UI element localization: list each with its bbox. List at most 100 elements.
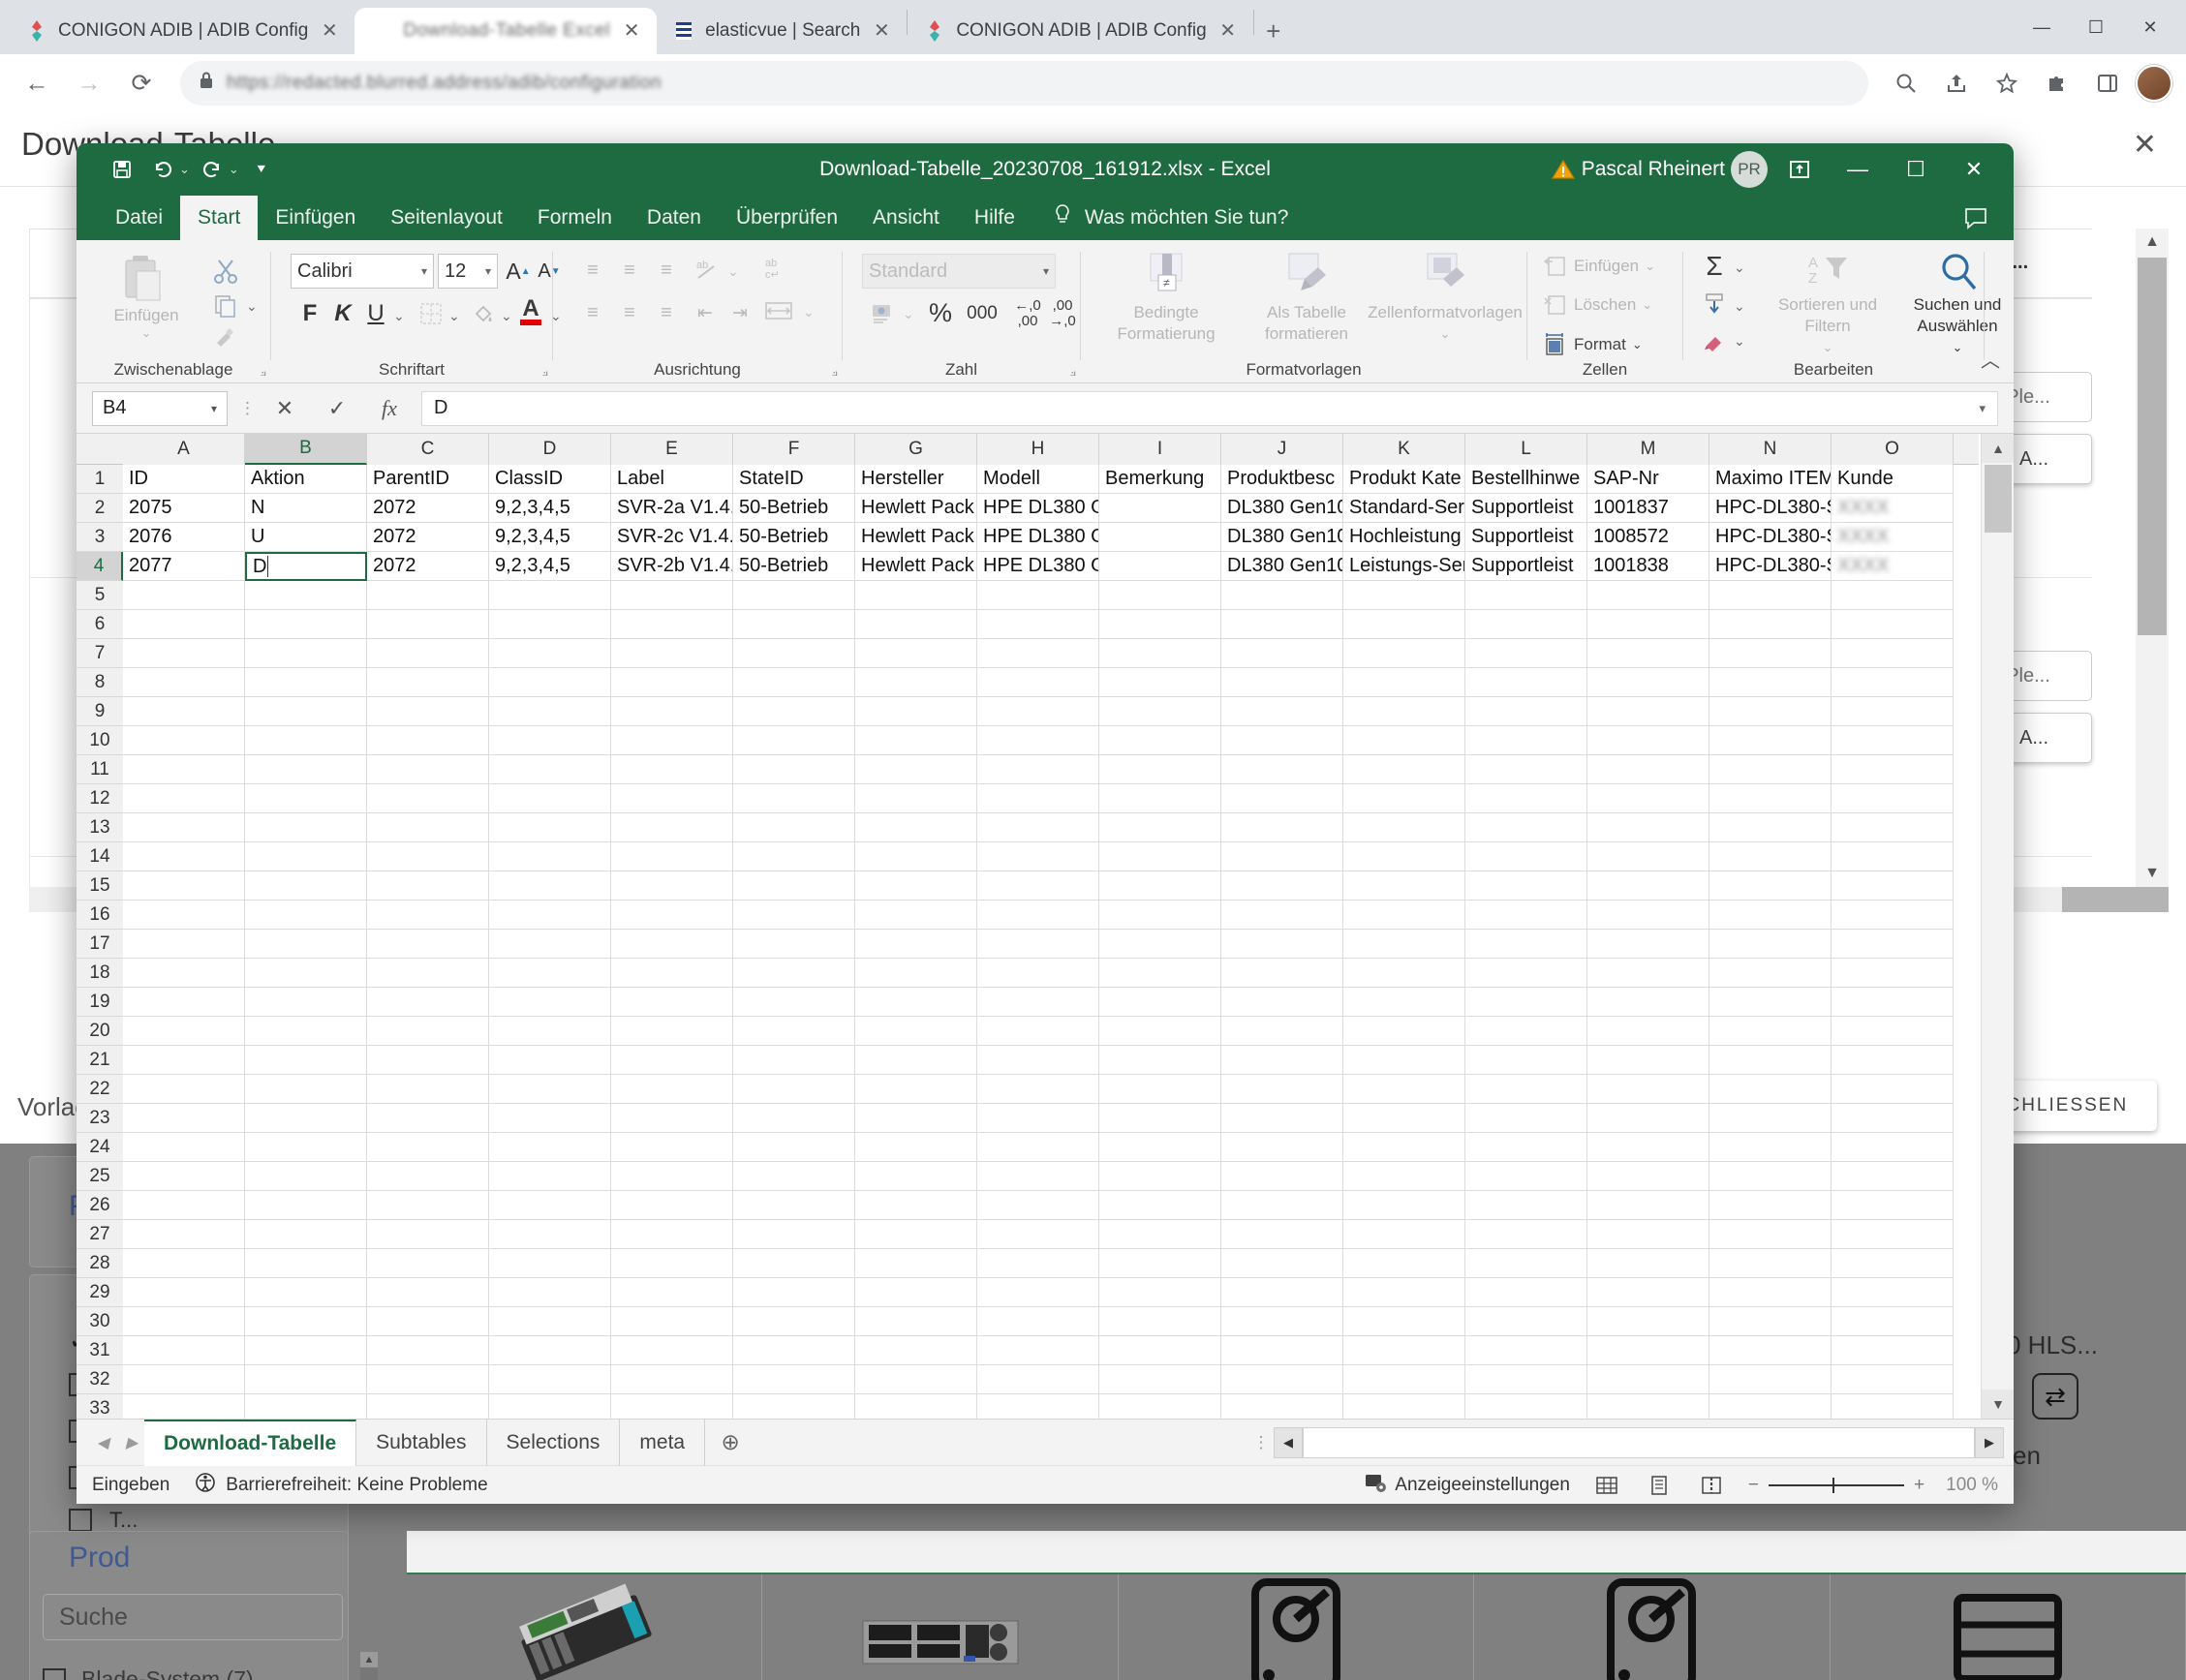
cell-E10[interactable] <box>611 726 733 755</box>
cell-M21[interactable] <box>1587 1046 1709 1075</box>
cell-C2[interactable]: 2072 <box>367 494 489 523</box>
cell-B15[interactable] <box>245 871 367 901</box>
tab-datei[interactable]: Datei <box>98 196 180 240</box>
close-icon[interactable]: ✕ <box>1948 148 2000 191</box>
close-icon[interactable]: ✕ <box>318 19 341 43</box>
cell-O7[interactable] <box>1832 639 1954 668</box>
cell-A15[interactable] <box>123 871 245 901</box>
column-header-J[interactable]: J <box>1221 434 1343 465</box>
cell-N31[interactable] <box>1709 1336 1832 1365</box>
close-icon[interactable]: ✕ <box>1216 19 1240 43</box>
cell-N32[interactable] <box>1709 1365 1832 1394</box>
cell-J25[interactable] <box>1221 1162 1343 1191</box>
profile-avatar[interactable] <box>2136 65 2172 102</box>
cell-B24[interactable] <box>245 1133 367 1162</box>
cell-B33[interactable] <box>245 1394 367 1419</box>
cell-H15[interactable] <box>977 871 1099 901</box>
cell-B8[interactable] <box>245 668 367 697</box>
cell-H4[interactable]: HPE DL380 G <box>977 552 1099 581</box>
cell-A23[interactable] <box>123 1104 245 1133</box>
fill-dropdown-icon[interactable]: ⌄ <box>1734 298 1745 315</box>
cell-C3[interactable]: 2072 <box>367 523 489 552</box>
cell-A28[interactable] <box>123 1249 245 1278</box>
cell-C14[interactable] <box>367 842 489 871</box>
column-header-O[interactable]: O <box>1832 434 1954 465</box>
hscrollbar-thumb[interactable] <box>2062 887 2169 912</box>
cell-M14[interactable] <box>1587 842 1709 871</box>
address-bar[interactable]: https://redacted.blurred.address/adib/co… <box>180 61 1868 106</box>
cell-B18[interactable] <box>245 959 367 988</box>
cell-J27[interactable] <box>1221 1220 1343 1249</box>
product-card[interactable]: HPE BL460c Gen10 LST <box>407 1574 763 1680</box>
cell-J18[interactable] <box>1221 959 1343 988</box>
cell-O27[interactable] <box>1832 1220 1954 1249</box>
sheet-tab-selections[interactable]: Selections <box>487 1419 621 1466</box>
checkbox[interactable] <box>69 1509 92 1532</box>
cell-O14[interactable] <box>1832 842 1954 871</box>
cell-styles-button[interactable]: Zellenformatvorlagen ⌄ <box>1368 250 1523 345</box>
percent-style-button[interactable]: % <box>924 296 957 329</box>
cell-O24[interactable] <box>1832 1133 1954 1162</box>
cell-J26[interactable] <box>1221 1191 1343 1220</box>
cell-E1[interactable]: Label <box>611 465 733 494</box>
cell-I4[interactable] <box>1099 552 1221 581</box>
cell-A17[interactable] <box>123 930 245 959</box>
cell-K3[interactable]: Hochleistung <box>1343 523 1465 552</box>
cell-H16[interactable] <box>977 901 1099 930</box>
column-header-H[interactable]: H <box>977 434 1099 465</box>
cell-N24[interactable] <box>1709 1133 1832 1162</box>
cell-O26[interactable] <box>1832 1191 1954 1220</box>
cell-I16[interactable] <box>1099 901 1221 930</box>
cell-F32[interactable] <box>733 1365 855 1394</box>
cell-N13[interactable] <box>1709 813 1832 842</box>
browser-tab-2[interactable]: elasticvue | Search ✕ <box>657 8 907 54</box>
cell-I2[interactable] <box>1099 494 1221 523</box>
cell-C12[interactable] <box>367 784 489 813</box>
cell-L17[interactable] <box>1465 930 1587 959</box>
cell-A21[interactable] <box>123 1046 245 1075</box>
zoom-track[interactable] <box>1769 1477 1905 1493</box>
cell-G7[interactable] <box>855 639 977 668</box>
cell-M13[interactable] <box>1587 813 1709 842</box>
cell-L8[interactable] <box>1465 668 1587 697</box>
cell-C15[interactable] <box>367 871 489 901</box>
cell-B5[interactable] <box>245 581 367 610</box>
cell-H21[interactable] <box>977 1046 1099 1075</box>
cell-M5[interactable] <box>1587 581 1709 610</box>
cell-F26[interactable] <box>733 1191 855 1220</box>
cell-F28[interactable] <box>733 1249 855 1278</box>
cell-G14[interactable] <box>855 842 977 871</box>
cell-A30[interactable] <box>123 1307 245 1336</box>
search-input[interactable]: Suche <box>43 1594 343 1640</box>
cell-E9[interactable] <box>611 697 733 726</box>
cell-C22[interactable] <box>367 1075 489 1104</box>
alignment-dialog-launcher-icon[interactable]: ⟓ <box>831 363 838 380</box>
cell-M16[interactable] <box>1587 901 1709 930</box>
minimize-icon[interactable]: — <box>1832 148 1884 191</box>
cell-G25[interactable] <box>855 1162 977 1191</box>
cell-I14[interactable] <box>1099 842 1221 871</box>
cell-M28[interactable] <box>1587 1249 1709 1278</box>
cell-J17[interactable] <box>1221 930 1343 959</box>
font-name-box[interactable]: Calibri ▾ <box>291 254 434 289</box>
cell-J8[interactable] <box>1221 668 1343 697</box>
cell-E11[interactable] <box>611 755 733 784</box>
cell-D7[interactable] <box>489 639 611 668</box>
cell-G31[interactable] <box>855 1336 977 1365</box>
cell-G22[interactable] <box>855 1075 977 1104</box>
row-header-20[interactable]: 20 <box>77 1017 123 1046</box>
cell-C32[interactable] <box>367 1365 489 1394</box>
hscrollbar-track[interactable] <box>1303 1426 1975 1458</box>
cell-F3[interactable]: 50-Betrieb <box>733 523 855 552</box>
tab-daten[interactable]: Daten <box>630 196 719 240</box>
cell-E14[interactable] <box>611 842 733 871</box>
cell-K31[interactable] <box>1343 1336 1465 1365</box>
cell-L20[interactable] <box>1465 1017 1587 1046</box>
cell-J16[interactable] <box>1221 901 1343 930</box>
cell-D30[interactable] <box>489 1307 611 1336</box>
cell-N29[interactable] <box>1709 1278 1832 1307</box>
cell-E27[interactable] <box>611 1220 733 1249</box>
cell-G23[interactable] <box>855 1104 977 1133</box>
column-header-B[interactable]: B <box>245 434 367 465</box>
cell-A29[interactable] <box>123 1278 245 1307</box>
